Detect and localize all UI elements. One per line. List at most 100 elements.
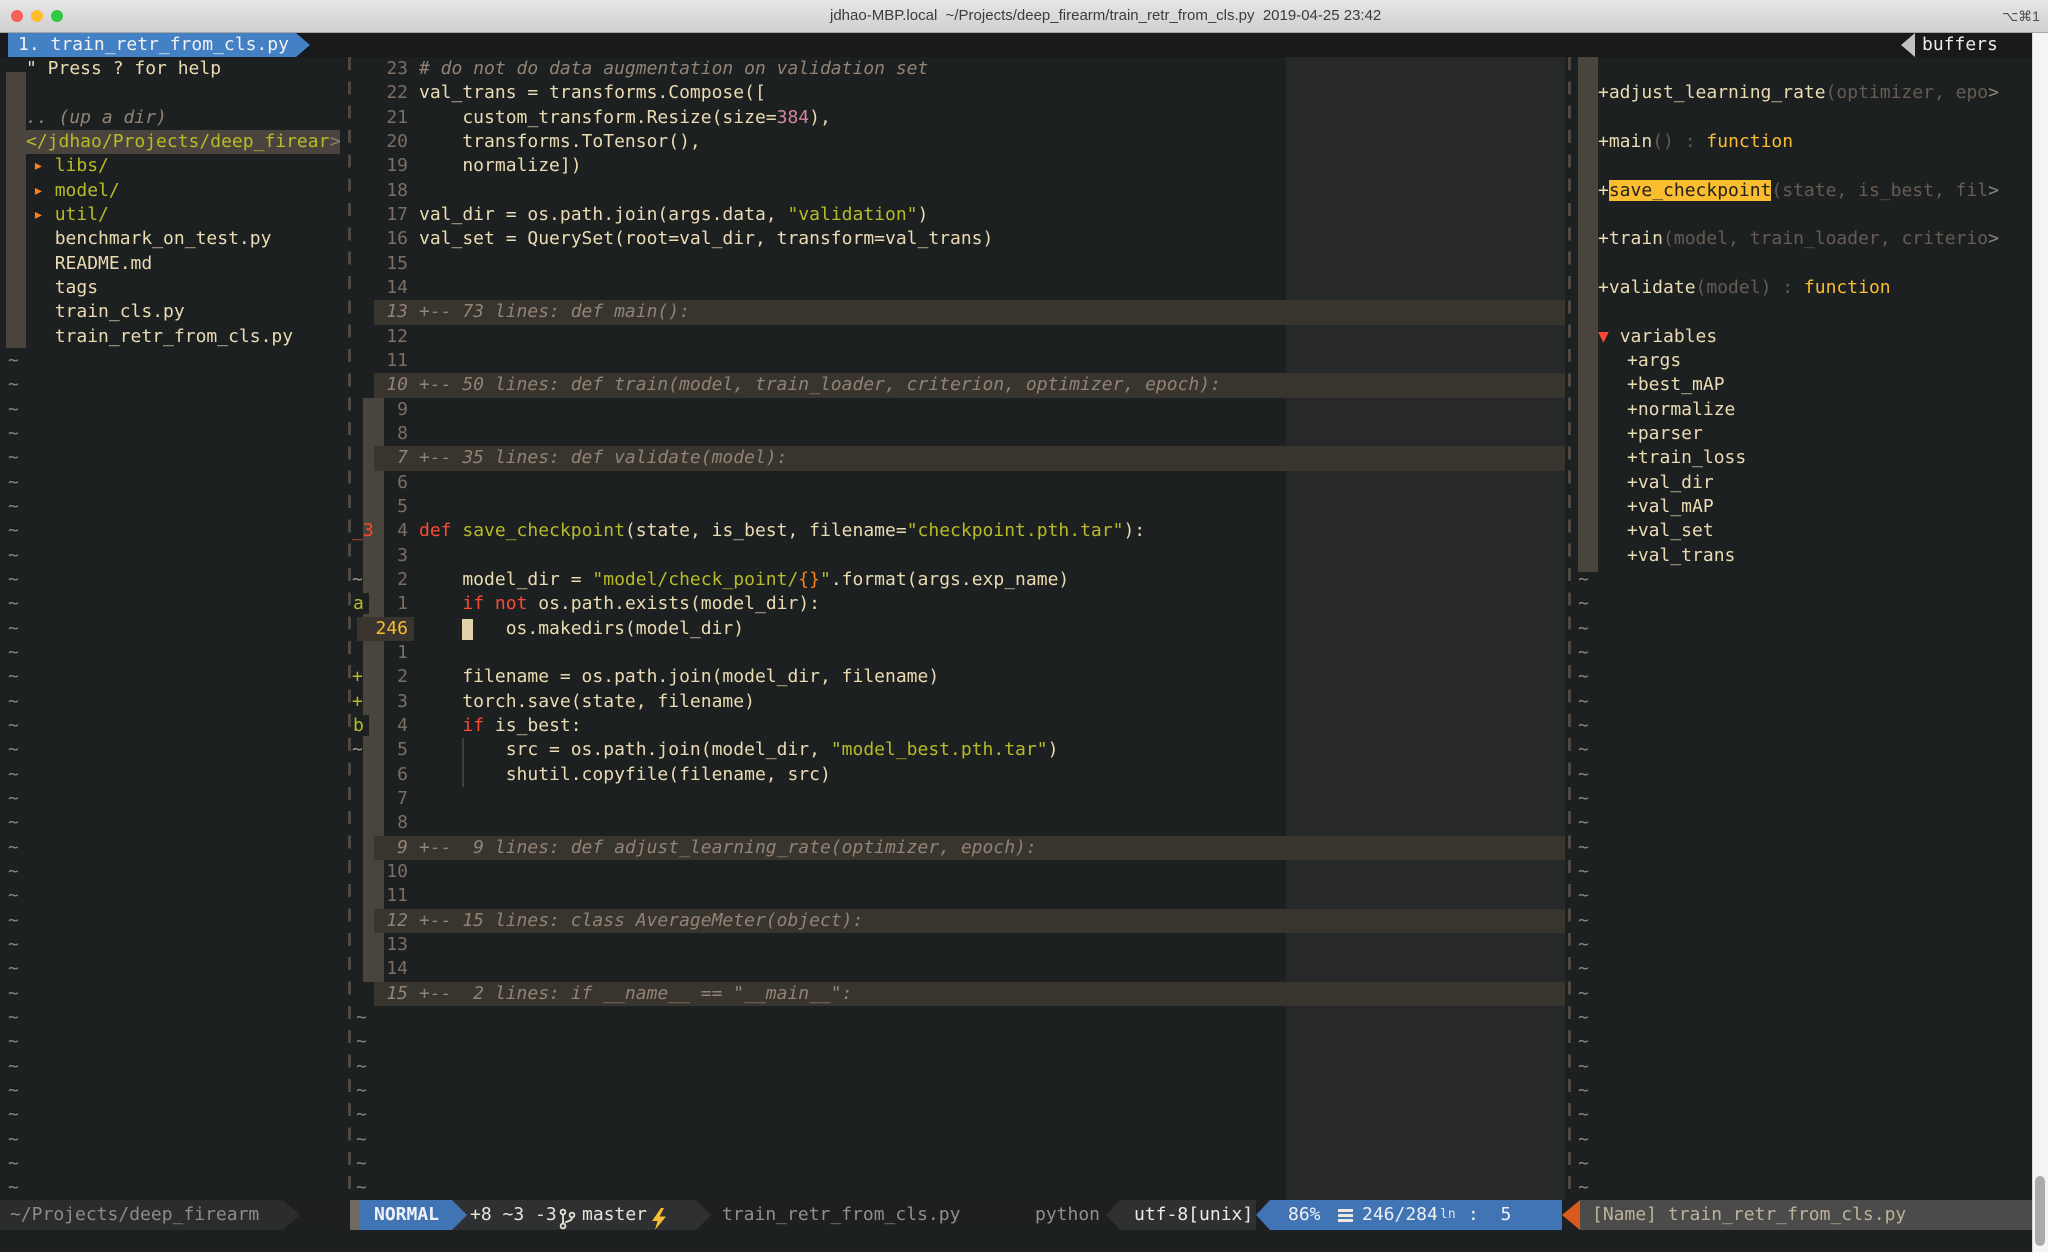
tilde: ~ bbox=[1578, 1104, 1589, 1125]
tag-token: + bbox=[1598, 180, 1609, 201]
fold-line[interactable]: +-- 2 lines: if __name__ == "__main__": bbox=[419, 982, 852, 1007]
tilde: ~ bbox=[1578, 593, 1589, 614]
code-token: is_best: bbox=[484, 715, 582, 736]
line-number: 246 bbox=[359, 617, 408, 642]
code-token bbox=[33, 326, 55, 347]
tagbar-scrollbar[interactable] bbox=[1578, 57, 1598, 572]
macos-scrollbar-track[interactable] bbox=[2032, 33, 2048, 1252]
nerdtree-item-README-md[interactable]: README.md bbox=[33, 252, 152, 277]
tagbar-entry[interactable]: +validate(model) : function bbox=[1598, 276, 1891, 301]
truncation-icon: > bbox=[1988, 82, 1999, 103]
tagbar-tilde: ~ bbox=[1578, 1055, 1589, 1080]
macos-scrollbar-thumb[interactable] bbox=[2035, 1176, 2045, 1246]
nerdtree-tilde: ~ bbox=[8, 811, 19, 836]
nerdtree-root[interactable]: </jdhao/Projects/deep_firear bbox=[26, 130, 329, 155]
line-number: 15 bbox=[359, 252, 408, 277]
nerdtree-tilde: ~ bbox=[8, 349, 19, 374]
tagbar-entry[interactable]: +train(model, train_loader, criterio> bbox=[1598, 227, 1999, 252]
tab-train-retr-from-cls[interactable]: 1. train_retr_from_cls.py bbox=[8, 33, 310, 57]
tagbar-entry[interactable]: +val_mAP bbox=[1627, 495, 1714, 520]
tilde: ~ bbox=[1578, 812, 1589, 833]
fold-line[interactable]: +-- 73 lines: def main(): bbox=[419, 300, 690, 325]
editor-tilde: ~ bbox=[356, 1079, 367, 1104]
tilde: ~ bbox=[356, 1153, 367, 1174]
nerdtree-tilde: ~ bbox=[8, 592, 19, 617]
code-token: +-- 35 lines: def validate(model): bbox=[419, 447, 787, 468]
close-traffic-light-icon[interactable] bbox=[11, 10, 23, 22]
tagbar-entry[interactable]: +normalize bbox=[1627, 398, 1735, 423]
fold-line[interactable]: +-- 15 lines: class AverageMeter(object)… bbox=[419, 909, 863, 934]
window-title: jdhao-MBP.local ~/Projects/deep_firearm/… bbox=[830, 7, 1381, 24]
line-number: 11 bbox=[359, 884, 408, 909]
line-number: 13 bbox=[359, 933, 408, 958]
line-number: 7 bbox=[359, 787, 408, 812]
nerdtree-item-tags[interactable]: tags bbox=[33, 276, 98, 301]
tilde: ~ bbox=[1578, 642, 1589, 663]
fold-line[interactable]: +-- 50 lines: def train(model, train_loa… bbox=[419, 373, 1221, 398]
code-line[interactable]: custom_transform.Resize(size=384), bbox=[419, 106, 831, 131]
nerdtree-item-model[interactable]: ▸ model/ bbox=[33, 179, 120, 204]
tagbar-entry[interactable]: +val_set bbox=[1627, 519, 1714, 544]
nerdtree-item-util[interactable]: ▸ util/ bbox=[33, 203, 109, 228]
code-line[interactable]: val_set = QuerySet(root=val_dir, transfo… bbox=[419, 227, 993, 252]
nerdtree-scrollbar[interactable] bbox=[6, 72, 26, 348]
code-token: +-- 2 lines: if __name__ == "__main__": bbox=[419, 983, 852, 1004]
fold-line[interactable]: +-- 35 lines: def validate(model): bbox=[419, 446, 787, 471]
nerdtree-tilde: ~ bbox=[8, 714, 19, 739]
tagbar-entry[interactable]: +save_checkpoint(state, is_best, fil> bbox=[1598, 179, 1999, 204]
command-line[interactable] bbox=[0, 1230, 2032, 1252]
line-number: 6 bbox=[359, 763, 408, 788]
powerline-arrow-icon bbox=[283, 1200, 300, 1230]
nerdtree-item-libs[interactable]: ▸ libs/ bbox=[33, 154, 109, 179]
window-separator-left[interactable] bbox=[348, 57, 351, 1200]
tagbar-entry[interactable]: +parser bbox=[1627, 422, 1703, 447]
window-separator-right[interactable] bbox=[1568, 57, 1571, 1200]
tagbar-tilde: ~ bbox=[1578, 690, 1589, 715]
tagbar-entry[interactable]: +train_loss bbox=[1627, 446, 1746, 471]
zoom-traffic-light-icon[interactable] bbox=[51, 10, 63, 22]
nerdtree-item-benchmark-on-test-py[interactable]: benchmark_on_test.py bbox=[33, 227, 271, 252]
tagbar-entry[interactable]: +adjust_learning_rate(optimizer, epo> bbox=[1598, 81, 1999, 106]
tagbar-entry[interactable]: +args bbox=[1627, 349, 1681, 374]
tagbar-entry[interactable]: +best_mAP bbox=[1627, 373, 1725, 398]
tagbar-entry[interactable]: ▼ variables bbox=[1598, 325, 1717, 350]
code-line[interactable]: src = os.path.join(model_dir, "model_bes… bbox=[419, 738, 1058, 763]
nerdtree-up-dir[interactable]: .. (up a dir) bbox=[26, 106, 167, 131]
minimize-traffic-light-icon[interactable] bbox=[31, 10, 43, 22]
statusline-percent: 86% bbox=[1288, 1200, 1321, 1230]
tilde: ~ bbox=[356, 1031, 367, 1052]
code-line[interactable]: filename = os.path.join(model_dir, filen… bbox=[419, 665, 939, 690]
code-line[interactable]: normalize]) bbox=[419, 154, 582, 179]
line-number: 1 bbox=[359, 641, 408, 666]
gutter-sign-glyph: + bbox=[352, 691, 363, 712]
code-line[interactable]: if not os.path.exists(model_dir): bbox=[419, 592, 820, 617]
nerdtree-tilde: ~ bbox=[8, 617, 19, 642]
code-line[interactable]: model_dir = "model/check_point/{}".forma… bbox=[419, 568, 1069, 593]
nerdtree-item-train-retr-from-cls-py[interactable]: train_retr_from_cls.py bbox=[33, 325, 293, 350]
gutter-sign-glyph: ~ bbox=[352, 569, 363, 590]
code-line[interactable]: val_trans = transforms.Compose([ bbox=[419, 81, 766, 106]
code-line[interactable]: # do not do data augmentation on validat… bbox=[419, 57, 928, 82]
code-line[interactable]: transforms.ToTensor(), bbox=[419, 130, 701, 155]
line-number: 11 bbox=[359, 349, 408, 374]
code-token: transforms.ToTensor(), bbox=[419, 131, 701, 152]
code-line[interactable]: torch.save(state, filename) bbox=[419, 690, 755, 715]
code-line[interactable]: def save_checkpoint(state, is_best, file… bbox=[419, 519, 1145, 544]
editor-tilde: ~ bbox=[356, 1006, 367, 1031]
code-token: " bbox=[820, 569, 831, 590]
line-number: 5 bbox=[359, 495, 408, 520]
tagbar-tilde: ~ bbox=[1578, 763, 1589, 788]
code-line[interactable]: if is_best: bbox=[419, 714, 582, 739]
tagbar-entry[interactable]: +val_dir bbox=[1627, 471, 1714, 496]
fold-line[interactable]: +-- 9 lines: def adjust_learning_rate(op… bbox=[419, 836, 1037, 861]
statusline: ~/Projects/deep_firearm NORMAL +8 ~3 -3 … bbox=[0, 1200, 2032, 1230]
code-line[interactable]: shutil.copyfile(filename, src) bbox=[419, 763, 831, 788]
tilde: ~ bbox=[8, 983, 19, 1004]
tagbar-entry[interactable]: +val_trans bbox=[1627, 544, 1735, 569]
tagbar-entry[interactable]: +main() : function bbox=[1598, 130, 1793, 155]
code-line[interactable]: val_dir = os.path.join(args.data, "valid… bbox=[419, 203, 928, 228]
nerdtree-item-train-cls-py[interactable]: train_cls.py bbox=[33, 300, 185, 325]
code-token bbox=[484, 593, 495, 614]
line-number: 23 bbox=[359, 57, 408, 82]
code-token: val_dir = os.path.join(args.data, bbox=[419, 204, 787, 225]
